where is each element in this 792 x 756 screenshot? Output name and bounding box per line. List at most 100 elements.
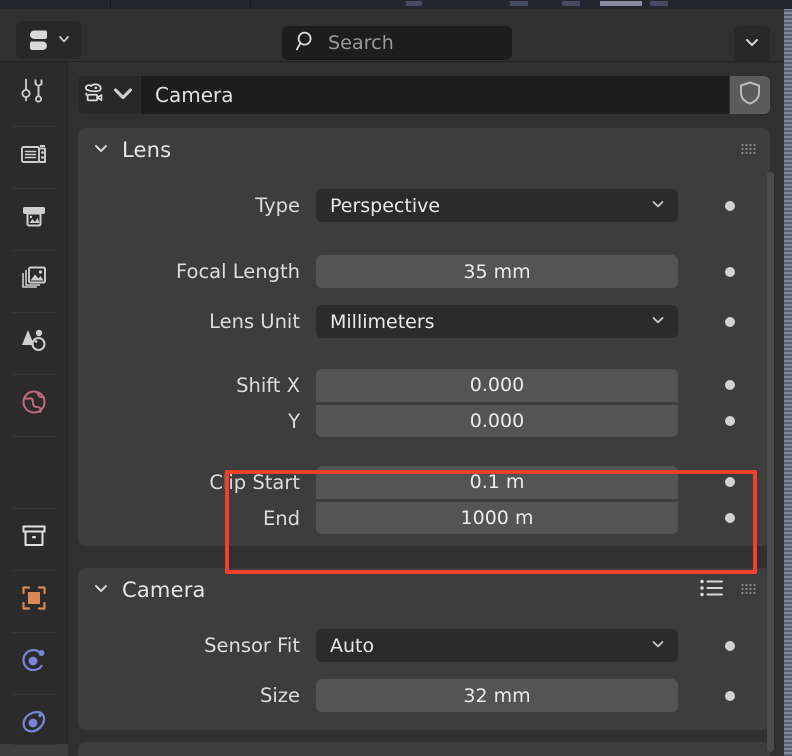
tool-icon bbox=[19, 75, 49, 105]
tab-world[interactable] bbox=[0, 374, 68, 430]
row-shift-y-label: Y bbox=[288, 409, 300, 433]
row-size-label: Size bbox=[259, 684, 300, 707]
type-value: Perspective bbox=[330, 194, 441, 217]
grip-dots-icon[interactable] bbox=[741, 583, 757, 597]
animate-decorator[interactable] bbox=[725, 266, 735, 277]
properties-main: Camera Lens Type Perspective Focal Lengt… bbox=[68, 62, 784, 756]
animate-decorator[interactable] bbox=[725, 416, 735, 426]
sensor-fit-value: Auto bbox=[330, 634, 375, 657]
tab-physics[interactable] bbox=[0, 632, 68, 688]
row-lens-unit-label: Lens Unit bbox=[209, 310, 300, 333]
search-icon bbox=[295, 30, 317, 56]
panel-lens: Lens Type Perspective Focal Length 35 mm… bbox=[78, 128, 770, 546]
fake-user-button[interactable] bbox=[730, 76, 770, 114]
chevron-down-icon bbox=[650, 311, 666, 333]
row-focal-length-label: Focal Length bbox=[176, 260, 300, 283]
row-clip-end: End 1000 m bbox=[78, 500, 770, 536]
header-options-button[interactable] bbox=[734, 26, 770, 61]
collection-box-icon bbox=[19, 521, 49, 551]
constraint-icon bbox=[19, 707, 49, 737]
row-lens-unit: Lens Unit Millimeters bbox=[78, 302, 770, 341]
panel-next-partial bbox=[78, 742, 770, 756]
row-clip-end-label: End bbox=[262, 506, 300, 530]
object-square-icon bbox=[19, 583, 49, 613]
shield-icon bbox=[738, 80, 762, 110]
chevron-down-icon[interactable] bbox=[92, 579, 110, 601]
row-size: Size 32 mm bbox=[78, 676, 770, 715]
scene-cone-icon bbox=[19, 325, 49, 355]
chevron-down-icon bbox=[650, 635, 666, 657]
chevron-down-icon[interactable] bbox=[92, 139, 110, 161]
shift-y-slider[interactable]: 0.000 bbox=[316, 405, 678, 437]
tab-view-layer[interactable] bbox=[0, 250, 68, 306]
row-clip-start-label: Clip Start bbox=[209, 470, 300, 494]
properties-tab-rail bbox=[0, 62, 68, 756]
animate-decorator[interactable] bbox=[725, 690, 735, 701]
tab-constraints[interactable] bbox=[0, 694, 68, 750]
tab-collection[interactable] bbox=[0, 508, 68, 564]
printer-icon bbox=[19, 201, 49, 231]
shift-x-slider[interactable]: 0.000 bbox=[316, 368, 678, 402]
row-focal-length: Focal Length 35 mm bbox=[78, 252, 770, 291]
animate-decorator[interactable] bbox=[725, 316, 735, 327]
panel-lens-title: Lens bbox=[122, 138, 172, 162]
panel-camera-header[interactable]: Camera bbox=[78, 568, 770, 612]
adjacent-editor-right bbox=[784, 0, 792, 756]
row-type-label: Type bbox=[255, 194, 300, 217]
panel-lens-header[interactable]: Lens bbox=[78, 128, 770, 172]
row-shift-y: Y 0.000 bbox=[78, 403, 770, 439]
properties-editor: Search Camera Lens Type Perspective Foca… bbox=[0, 0, 792, 756]
presets-list-icon[interactable] bbox=[699, 578, 725, 602]
tab-tool[interactable] bbox=[0, 62, 68, 118]
focal-length-value: 35 mm bbox=[463, 260, 531, 283]
row-shift-x-label: Shift X bbox=[236, 373, 300, 397]
properties-editor-icon bbox=[27, 27, 53, 53]
images-icon bbox=[19, 263, 49, 293]
search-input[interactable]: Search bbox=[282, 26, 512, 60]
editor-header: Search bbox=[0, 9, 784, 62]
row-shift-x: Shift X 0.000 bbox=[78, 368, 770, 402]
clip-end-slider[interactable]: 1000 m bbox=[316, 502, 678, 534]
tab-output[interactable] bbox=[0, 188, 68, 244]
row-type: Type Perspective bbox=[78, 186, 770, 225]
breadcrumb: Camera bbox=[78, 76, 770, 114]
clip-start-slider[interactable]: 0.1 m bbox=[316, 465, 678, 499]
shift-y-value: 0.000 bbox=[469, 410, 525, 432]
physics-orbit-icon bbox=[19, 645, 49, 675]
camera-data-icon bbox=[82, 80, 108, 110]
tab-scene[interactable] bbox=[0, 312, 68, 368]
datablock-type-button[interactable] bbox=[78, 76, 140, 114]
row-sensor-fit-label: Sensor Fit bbox=[204, 634, 300, 657]
tab-object-data[interactable] bbox=[0, 744, 68, 756]
clip-start-value: 0.1 m bbox=[469, 471, 525, 493]
chevron-down-icon bbox=[743, 33, 761, 55]
row-clip-start: Clip Start 0.1 m bbox=[78, 465, 770, 499]
panel-camera: Camera Sensor Fit Auto Size 32 mm bbox=[78, 568, 770, 730]
vertical-scrollbar[interactable] bbox=[767, 172, 774, 752]
focal-length-slider[interactable]: 35 mm bbox=[316, 255, 678, 288]
panel-camera-title: Camera bbox=[122, 578, 206, 602]
datablock-name-field[interactable]: Camera bbox=[141, 76, 729, 114]
tab-object[interactable] bbox=[0, 570, 68, 626]
search-placeholder: Search bbox=[328, 32, 394, 54]
tab-spacer bbox=[0, 436, 68, 492]
animate-decorator[interactable] bbox=[725, 513, 735, 523]
row-sensor-fit: Sensor Fit Auto bbox=[78, 626, 770, 665]
chevron-down-icon bbox=[110, 80, 136, 110]
animate-decorator[interactable] bbox=[725, 380, 735, 390]
tab-render[interactable] bbox=[0, 126, 68, 182]
animate-decorator[interactable] bbox=[725, 640, 735, 651]
lens-unit-value: Millimeters bbox=[330, 310, 435, 333]
lens-unit-dropdown[interactable]: Millimeters bbox=[316, 305, 678, 338]
camera-back-icon bbox=[19, 139, 49, 169]
world-globe-icon bbox=[19, 387, 49, 417]
size-slider[interactable]: 32 mm bbox=[316, 679, 678, 712]
type-dropdown[interactable]: Perspective bbox=[316, 189, 678, 222]
chevron-down-icon bbox=[650, 195, 666, 217]
editor-type-selector[interactable] bbox=[16, 21, 82, 59]
animate-decorator[interactable] bbox=[725, 477, 735, 487]
size-value: 32 mm bbox=[463, 684, 531, 707]
sensor-fit-dropdown[interactable]: Auto bbox=[316, 629, 678, 662]
grip-dots-icon[interactable] bbox=[741, 143, 757, 157]
animate-decorator[interactable] bbox=[725, 200, 735, 211]
